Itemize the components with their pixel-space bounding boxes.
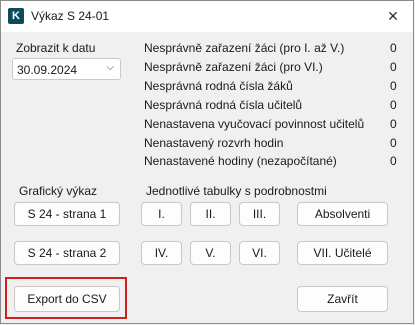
page2-button[interactable]: S 24 - strana 2 xyxy=(14,241,120,265)
page1-button[interactable]: S 24 - strana 1 xyxy=(14,202,120,226)
table-iii-button[interactable]: III. xyxy=(239,202,280,226)
check-count-5: 0 xyxy=(390,117,397,131)
check-label-5: Nenastavena vyučovací povinnost učitelů xyxy=(144,117,365,131)
check-count-2: 0 xyxy=(390,60,397,74)
dialog-window: K Výkaz S 24-01 ✕ Zobrazit k datu 30.09.… xyxy=(0,0,414,324)
close-button[interactable]: Zavřít xyxy=(297,286,388,312)
date-dropdown[interactable]: 30.09.2024 ⌵ xyxy=(12,58,121,80)
highlight-box xyxy=(5,277,127,319)
tables-heading: Jednotlivé tabulky s podrobnostmi xyxy=(146,184,327,198)
check-label-1: Nesprávně zařazení žáci (pro I. až V.) xyxy=(144,41,345,55)
table-i-button[interactable]: I. xyxy=(141,202,182,226)
check-count-4: 0 xyxy=(390,98,397,112)
check-count-1: 0 xyxy=(390,41,397,55)
ucitele-button[interactable]: VII. Učitelé xyxy=(297,241,388,265)
table-vi-button[interactable]: VI. xyxy=(239,241,280,265)
check-label-6: Nenastavený rozvrh hodin xyxy=(144,136,284,150)
app-icon: K xyxy=(8,8,24,24)
check-label-4: Nesprávná rodná čísla učitelů xyxy=(144,98,303,112)
date-label: Zobrazit k datu xyxy=(16,41,96,55)
absolventi-button[interactable]: Absolventi xyxy=(297,202,388,226)
date-value: 30.09.2024 xyxy=(17,63,78,77)
graphic-heading: Grafický výkaz xyxy=(19,184,98,198)
check-count-3: 0 xyxy=(390,79,397,93)
close-icon[interactable]: ✕ xyxy=(381,5,405,27)
table-v-button[interactable]: V. xyxy=(190,241,231,265)
table-ii-button[interactable]: II. xyxy=(190,202,231,226)
check-label-7: Nenastavené hodiny (nezapočítané) xyxy=(144,154,337,168)
title-bar: K Výkaz S 24-01 ✕ xyxy=(1,1,413,32)
chevron-down-icon: ⌵ xyxy=(106,62,114,73)
check-count-7: 0 xyxy=(390,154,397,168)
window-title: Výkaz S 24-01 xyxy=(31,9,110,23)
table-iv-button[interactable]: IV. xyxy=(141,241,182,265)
check-label-2: Nesprávně zařazení žáci (pro VI.) xyxy=(144,60,323,74)
check-count-6: 0 xyxy=(390,136,397,150)
check-label-3: Nesprávná rodná čísla žáků xyxy=(144,79,293,93)
